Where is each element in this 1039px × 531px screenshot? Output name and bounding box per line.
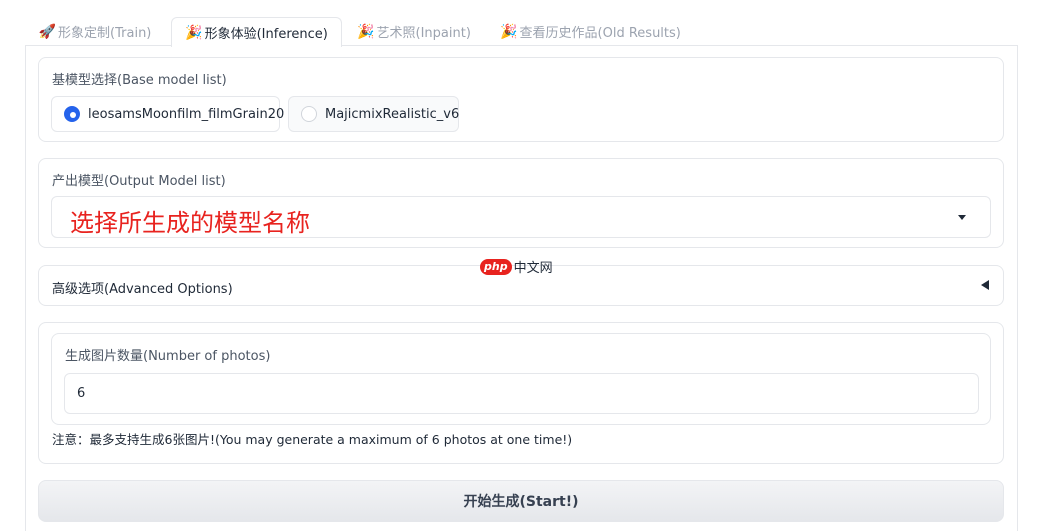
php-watermark-logo: php 中文网: [480, 257, 553, 276]
party-popper-icon: 🎉: [185, 24, 203, 41]
photos-block: 生成图片数量(Number of photos) 6 注意：最多支持生成6张图片…: [38, 322, 1004, 464]
radio-unchecked-icon: [301, 106, 317, 122]
tab-inpaint[interactable]: 🎉 艺术照(Inpaint): [353, 17, 475, 46]
radio-checked-icon: [64, 106, 80, 122]
output-model-annotation: 选择所生成的模型名称: [70, 209, 310, 237]
party-popper-icon: 🎉: [500, 23, 518, 40]
base-model-block: 基模型选择(Base model list) leosamsMoonfilm_f…: [38, 57, 1004, 142]
num-photos-group: 生成图片数量(Number of photos) 6: [51, 333, 991, 425]
tab-old-results-label: 查看历史作品(Old Results): [519, 26, 681, 41]
num-photos-input[interactable]: 6: [64, 373, 979, 414]
tab-bar: 🚀 形象定制(Train) 🎉 形象体验(Inference) 🎉 艺术照(In…: [25, 17, 1018, 47]
tab-inference[interactable]: 🎉 形象体验(Inference): [171, 17, 342, 47]
tab-inference-label: 形象体验(Inference): [204, 27, 328, 42]
rocket-icon: 🚀: [38, 23, 57, 40]
base-model-option-leosams[interactable]: leosamsMoonfilm_filmGrain20: [51, 96, 284, 132]
start-button[interactable]: 开始生成(Start!): [38, 480, 1004, 522]
tab-train-label: 形象定制(Train): [58, 26, 152, 41]
base-model-option-majicmix[interactable]: MajicmixRealistic_v6: [288, 96, 459, 132]
num-photos-label: 生成图片数量(Number of photos): [65, 349, 271, 364]
output-model-dropdown[interactable]: 选择所生成的模型名称: [51, 196, 991, 238]
tab-inpaint-label: 艺术照(Inpaint): [376, 26, 471, 41]
output-model-label: 产出模型(Output Model list): [52, 174, 226, 189]
tab-train[interactable]: 🚀 形象定制(Train): [33, 17, 157, 46]
base-model-label: 基模型选择(Base model list): [52, 73, 227, 88]
dropdown-caret-icon: [958, 215, 966, 220]
output-model-block: 产出模型(Output Model list) 选择所生成的模型名称: [38, 158, 1004, 248]
party-popper-icon: 🎉: [357, 23, 375, 40]
collapse-arrow-icon: [981, 280, 989, 290]
base-model-option-label: leosamsMoonfilm_filmGrain20: [88, 106, 285, 122]
tab-old-results[interactable]: 🎉 查看历史作品(Old Results): [500, 17, 681, 46]
advanced-options-label: 高级选项(Advanced Options): [52, 282, 233, 297]
base-model-option-label: MajicmixRealistic_v6: [325, 106, 460, 122]
max-photos-note: 注意：最多支持生成6张图片!(You may generate a maximu…: [52, 432, 573, 447]
